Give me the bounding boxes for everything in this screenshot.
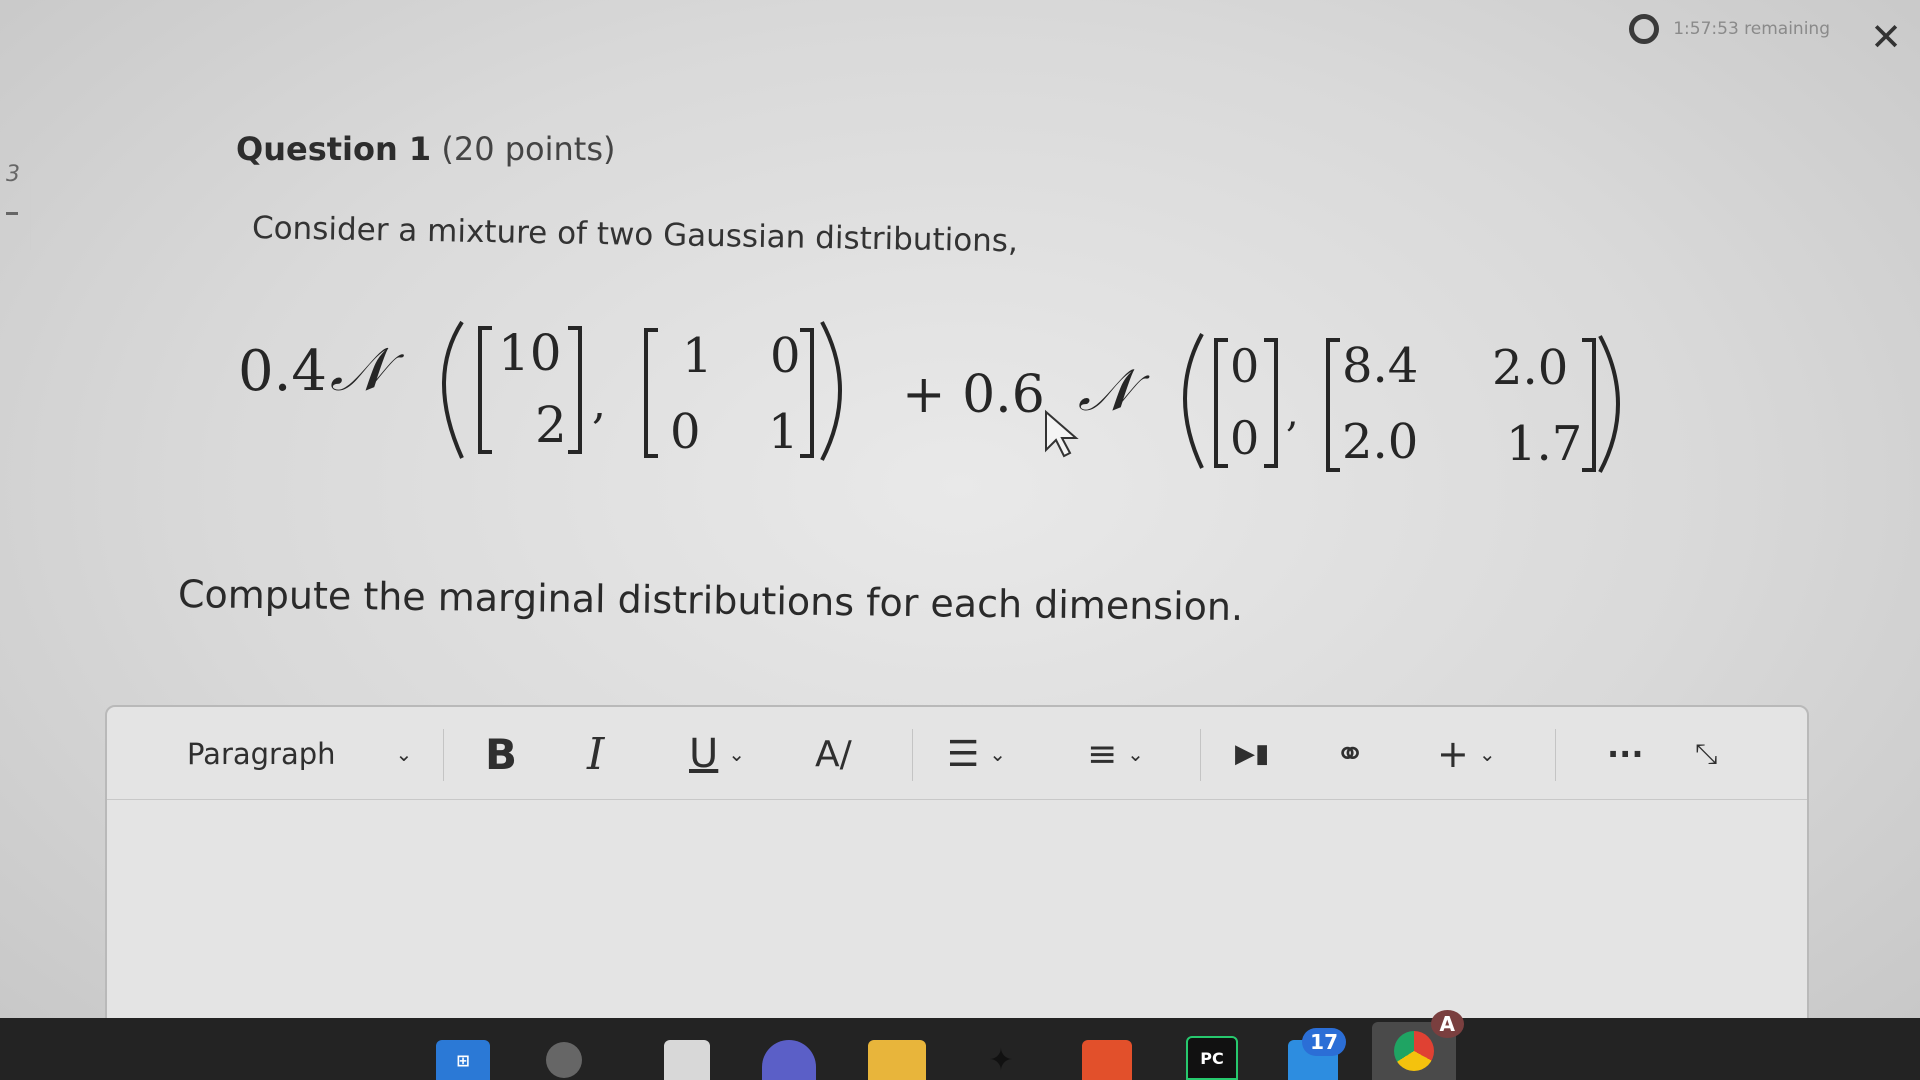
pycharm-icon[interactable]: PC [1186, 1036, 1238, 1080]
brave-icon[interactable] [1082, 1040, 1132, 1080]
block-style-label: Paragraph [187, 737, 336, 771]
comma-1: , [592, 378, 606, 429]
bracket-cov1-right [800, 328, 814, 458]
question-nav-tab[interactable]: 3 [0, 140, 31, 250]
bracket-mean1-left [478, 326, 492, 454]
list-icon[interactable]: ≡ ⌄ [1087, 731, 1144, 777]
folder-icon[interactable] [868, 1040, 926, 1080]
bracket-cov2-right [1582, 338, 1596, 472]
bold-icon[interactable]: B [485, 730, 517, 779]
chevron-down-icon: ⌄ [395, 742, 413, 766]
question-nav-number: 3 [6, 162, 20, 187]
taskbar: ⊞ ✦ PC 17 A [0, 1010, 1920, 1080]
align-icon[interactable]: ☰ ⌄ [947, 731, 1006, 777]
paren-right-2 [1598, 335, 1620, 473]
paren-left-2 [1183, 333, 1204, 469]
italic-icon[interactable]: I [587, 729, 604, 780]
mail-icon[interactable]: 17 [1288, 1028, 1346, 1080]
mean2-row1: 0 [1230, 339, 1259, 393]
pycharm-label: PC [1200, 1048, 1224, 1068]
question-prompt: Consider a mixture of two Gaussian distr… [251, 210, 1019, 260]
editor-toolbar: Paragraph ⌄ B I U ⌄ A/ ☰ ⌄ ≡ ⌄ ▶▮ ⚭ + ⌄ ··· … [107, 707, 1807, 800]
answer-editor[interactable]: Paragraph ⌄ B I U ⌄ A/ ☰ ⌄ ≡ ⌄ ▶▮ ⚭ + ⌄ ··· … [105, 705, 1809, 1029]
bracket-mean2-left [1214, 338, 1228, 468]
block-style-select[interactable]: Paragraph ⌄ [187, 731, 412, 777]
chrome-icon[interactable]: A [1372, 1010, 1464, 1080]
search-icon[interactable] [546, 1042, 582, 1078]
bracket-mean2-right [1264, 338, 1278, 468]
cov2-r1c1: 8.4 [1342, 338, 1418, 394]
question-task: Compute the marginal distributions for e… [177, 572, 1244, 630]
paren-right-1 [820, 321, 842, 461]
text-color-icon[interactable]: A/ [815, 731, 852, 777]
question-title: Question 1 (20 points) [236, 130, 615, 168]
timer-text: 1:57:53 remaining [1673, 19, 1830, 39]
bracket-cov1-left [644, 328, 658, 458]
cov1-r1c2: 0 [770, 328, 801, 384]
weight-1: 0.4 [238, 339, 327, 404]
timer: 1:57:53 remaining [1629, 14, 1830, 44]
question-nav-dash [6, 212, 18, 215]
timer-ring-icon [1629, 14, 1660, 44]
cov2-r1c2: 2.0 [1492, 340, 1568, 396]
toolbar-separator [1555, 729, 1556, 781]
cov2-r2c2: 1.7 [1506, 416, 1582, 472]
normal-symbol-2: 𝒩 [1078, 356, 1150, 424]
normal-symbol-1: 𝒩 [330, 335, 405, 405]
mean1-row2: 2 [535, 396, 567, 454]
dropbox-icon[interactable]: ✦ [974, 1040, 1028, 1080]
file-icon[interactable] [664, 1040, 710, 1080]
mean1-row1: 10 [498, 324, 562, 382]
toolbar-separator [1200, 729, 1201, 781]
question-title-label: Question 1 [236, 130, 432, 168]
gaussian-mixture-formula: 0.4 𝒩 10 2 , 1 0 0 1 + 0.6 𝒩 0 0 , 8.4 2… [230, 300, 1670, 480]
more-icon[interactable]: ··· [1607, 731, 1643, 777]
bracket-cov2-left [1326, 338, 1340, 472]
comma-2: , [1286, 390, 1299, 436]
toolbar-separator [443, 729, 444, 781]
plus-icon[interactable]: + ⌄ [1437, 731, 1496, 777]
mean2-row2: 0 [1230, 411, 1259, 465]
question-points: (20 points) [441, 130, 616, 168]
toolbar-separator [912, 729, 913, 781]
cov1-r2c1: 0 [670, 404, 701, 460]
link-icon[interactable]: ⚭ [1335, 731, 1365, 777]
plus-weight-2: + 0.6 [902, 365, 1045, 425]
media-icon[interactable]: ▶▮ [1235, 731, 1269, 777]
chrome-profile-badge: A [1430, 1010, 1464, 1038]
cov1-r2c2: 1 [768, 404, 799, 460]
close-icon[interactable]: ✕ [1870, 18, 1902, 56]
paren-left-1 [442, 320, 464, 459]
cov1-r1c1: 1 [682, 328, 713, 384]
cov2-r2c1: 2.0 [1342, 414, 1418, 470]
mail-badge: 17 [1302, 1028, 1346, 1056]
teams-icon[interactable] [762, 1040, 816, 1080]
windows-start-icon[interactable]: ⊞ [436, 1040, 490, 1080]
bracket-mean1-right [568, 326, 582, 454]
mouse-cursor-icon [1045, 409, 1079, 458]
fullscreen-icon[interactable]: ⤡ [1695, 731, 1717, 777]
underline-icon[interactable]: U ⌄ [689, 731, 745, 777]
chrome-logo [1394, 1031, 1434, 1071]
